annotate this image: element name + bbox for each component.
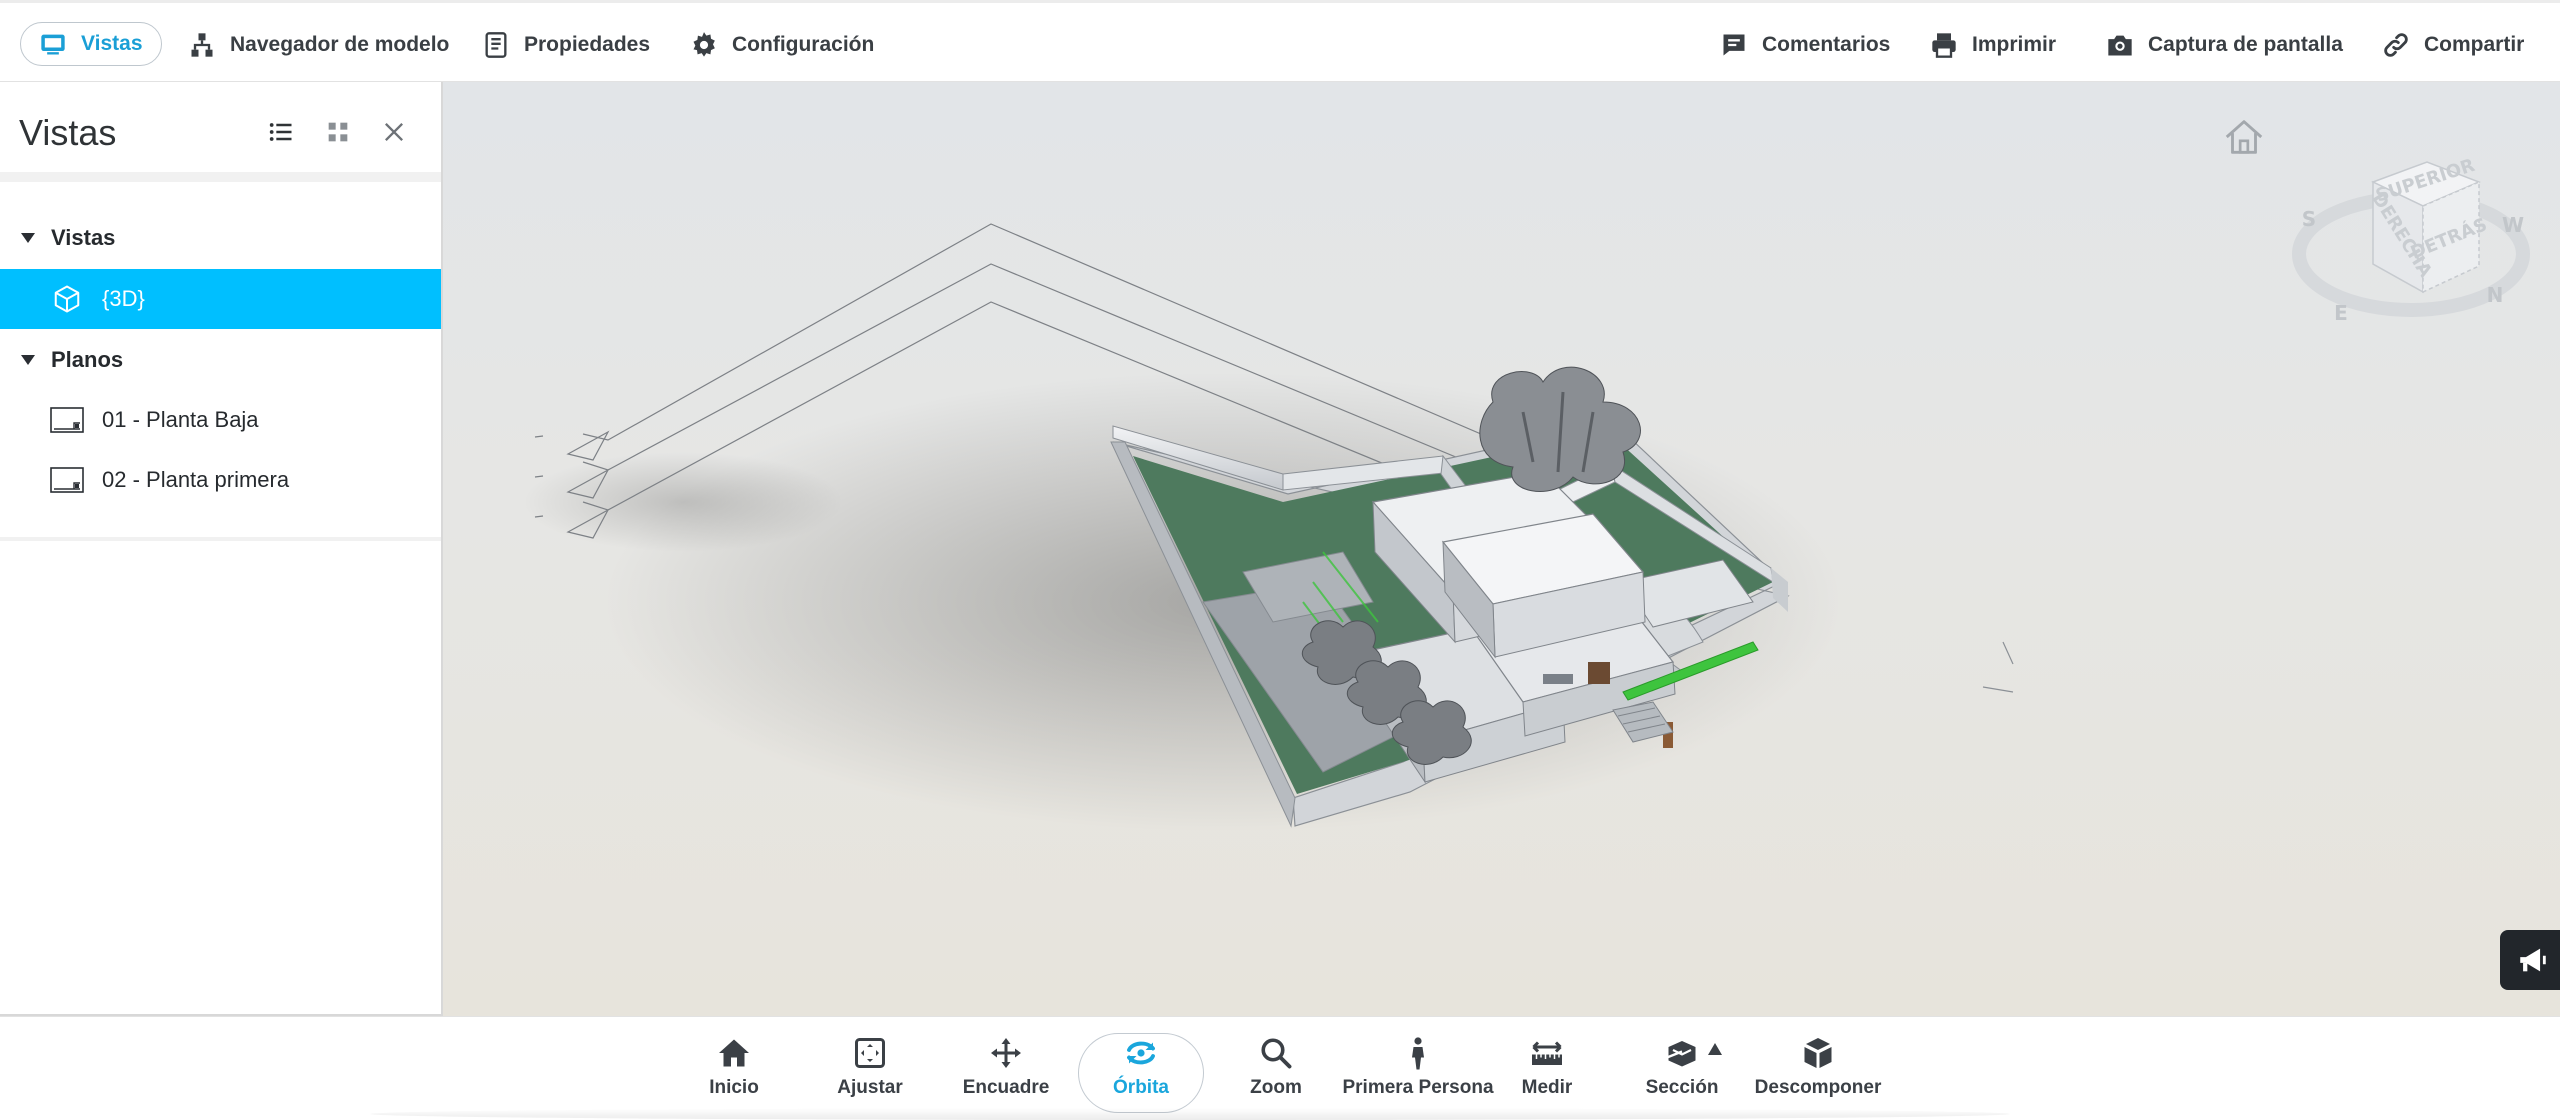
section-icon <box>1666 1041 1696 1067</box>
screenshot-label: Captura de pantalla <box>2148 33 2343 56</box>
toolbar-shadow <box>370 1108 2010 1120</box>
properties-icon <box>485 32 507 58</box>
grid-view-button[interactable] <box>320 114 356 150</box>
views-panel: Vistas Vistas {3D} Planos 01 - Planta Ba… <box>0 82 443 1016</box>
sheet-icon <box>50 403 84 437</box>
camera-icon <box>2108 35 2132 56</box>
tab-settings-label: Configuración <box>732 33 875 56</box>
print-button[interactable]: Imprimir <box>1930 23 2056 67</box>
window <box>1543 674 1573 684</box>
share-button[interactable]: Compartir <box>2382 23 2524 67</box>
sheet-icon <box>50 463 84 497</box>
tab-vistas-label: Vistas <box>81 32 143 55</box>
explode-icon <box>1804 1038 1832 1068</box>
tab-model-browser[interactable]: Navegador de modelo <box>188 23 449 67</box>
home-outline-icon <box>2225 120 2263 154</box>
person-icon <box>1412 1037 1424 1070</box>
compass-west[interactable]: W <box>2502 213 2524 237</box>
3d-viewport[interactable]: SUPERIOR DERECHA DETRÁS S W N E <box>443 82 2560 1016</box>
zoom-icon <box>1261 1038 1292 1069</box>
grid-icon <box>328 122 348 142</box>
tool-label: Sección <box>1645 1077 1719 1098</box>
caret-down-icon[interactable] <box>21 355 35 365</box>
tool-home[interactable]: Inicio <box>674 1035 794 1111</box>
gear-icon <box>693 32 715 57</box>
close-icon <box>385 123 403 141</box>
tab-vistas[interactable]: Vistas <box>20 22 162 66</box>
compass-east[interactable]: E <box>2334 301 2348 325</box>
tool-label: Inicio <box>709 1077 759 1098</box>
model-browser-icon <box>191 33 213 57</box>
tree-item-label: 01 - Planta Baja <box>102 407 259 432</box>
tab-properties[interactable]: Propiedades <box>482 23 650 67</box>
viewcube[interactable]: SUPERIOR DERECHA DETRÁS S W N E <box>2291 142 2531 362</box>
tool-label: Descomponer <box>1754 1077 1882 1098</box>
tree-group-label: Vistas <box>51 225 116 250</box>
bottom-toolbar: Inicio Ajustar Encuadre Órbita Zoom Prim… <box>0 1016 2560 1120</box>
tab-properties-label: Propiedades <box>524 33 651 56</box>
compass-north[interactable]: N <box>2487 283 2504 307</box>
tab-model-browser-label: Navegador de modelo <box>230 33 450 56</box>
tree-item-label: 02 - Planta primera <box>102 467 290 492</box>
tree-group-vistas[interactable]: Vistas <box>0 208 441 268</box>
fit-icon <box>855 1038 885 1068</box>
megaphone-icon <box>2520 948 2546 972</box>
print-label: Imprimir <box>1972 33 2057 56</box>
close-panel-button[interactable] <box>376 114 412 150</box>
pan-icon <box>991 1038 1021 1068</box>
tab-settings[interactable]: Configuración <box>690 23 874 67</box>
list-icon <box>269 123 292 141</box>
building-model[interactable] <box>443 82 2560 1016</box>
tool-label: Medir <box>1521 1077 1573 1098</box>
link-icon <box>2384 33 2408 57</box>
tool-label: Ajustar <box>837 1077 903 1098</box>
tool-zoom[interactable]: Zoom <box>1216 1035 1336 1111</box>
measure-icon <box>1532 1041 1562 1065</box>
tool-label: Zoom <box>1250 1077 1302 1098</box>
tree-item-planta-primera[interactable]: 02 - Planta primera <box>0 450 441 510</box>
section-options-arrow-icon[interactable] <box>1708 1043 1722 1055</box>
comments-button[interactable]: Comentarios <box>1720 23 1890 67</box>
panel-header: Vistas <box>0 82 441 182</box>
tool-explode[interactable]: Descomponer <box>1755 1035 1881 1111</box>
viewcube-home-button[interactable] <box>2221 114 2267 160</box>
tool-pan[interactable]: Encuadre <box>946 1035 1066 1111</box>
door <box>1588 662 1610 684</box>
printer-icon <box>1932 33 1956 58</box>
tree-item-3d[interactable]: {3D} <box>0 269 441 329</box>
compass-south[interactable]: S <box>2302 207 2316 231</box>
screenshot-button[interactable]: Captura de pantalla <box>2106 23 2343 67</box>
panel-divider <box>0 537 441 541</box>
tool-section[interactable]: Sección <box>1622 1035 1742 1111</box>
announcement-button[interactable] <box>2500 930 2560 990</box>
tree-group-planos[interactable]: Planos <box>0 330 441 390</box>
tree-group-label: Planos <box>51 347 124 372</box>
tool-orbit[interactable]: Órbita <box>1081 1035 1201 1111</box>
tool-label: Órbita <box>1113 1077 1169 1098</box>
tool-label: Encuadre <box>962 1077 1050 1098</box>
section-lines <box>1982 641 2014 693</box>
panel-title: Vistas <box>19 112 117 153</box>
list-view-button[interactable] <box>263 114 299 150</box>
share-label: Compartir <box>2424 33 2525 56</box>
caret-down-icon[interactable] <box>21 233 35 243</box>
tool-label: Primera Persona <box>1342 1077 1494 1098</box>
tool-measure[interactable]: Medir <box>1487 1035 1607 1111</box>
top-toolbar: Vistas Navegador de modelo Propiedades C… <box>0 0 2560 82</box>
tool-first-person[interactable]: Primera Persona <box>1342 1035 1494 1111</box>
comment-icon <box>1723 34 1745 56</box>
home-icon <box>719 1039 749 1067</box>
orbit-icon <box>1127 1041 1155 1065</box>
comments-label: Comentarios <box>1762 33 1891 56</box>
tool-fit[interactable]: Ajustar <box>810 1035 930 1111</box>
level-shadow <box>523 452 843 552</box>
tree-item-planta-baja[interactable]: 01 - Planta Baja <box>0 390 441 450</box>
tree-item-label: {3D} <box>102 286 145 311</box>
views-icon <box>41 34 65 55</box>
cube-icon <box>50 282 84 316</box>
